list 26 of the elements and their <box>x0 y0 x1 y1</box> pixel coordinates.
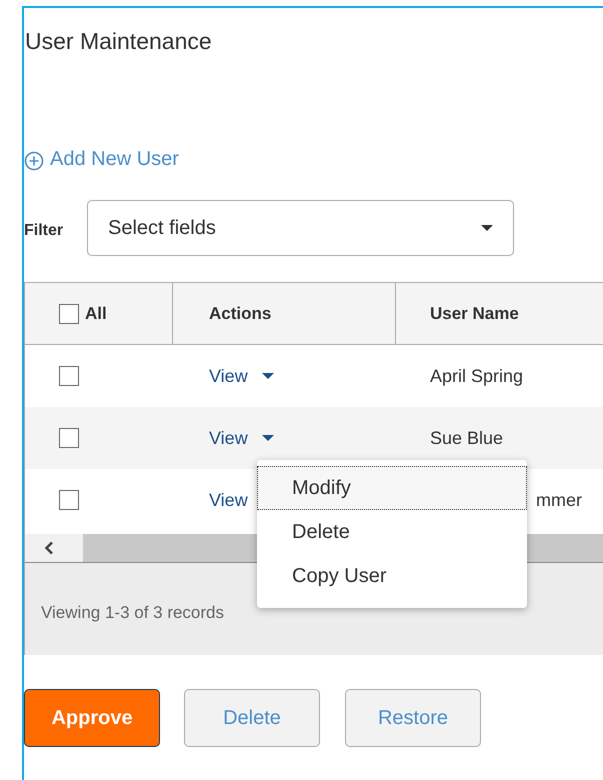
menu-item[interactable]: Copy User <box>257 554 527 598</box>
caret-icon <box>481 225 493 231</box>
menu-item[interactable]: Delete <box>257 510 527 554</box>
caret-icon[interactable] <box>262 435 274 441</box>
view-link[interactable]: View <box>209 490 248 510</box>
scroll-left-button[interactable] <box>25 534 83 562</box>
menu-item[interactable]: Modify <box>257 466 527 510</box>
checkbox[interactable] <box>59 428 79 448</box>
table-cell: April Spring <box>430 366 524 386</box>
view-link[interactable]: View <box>209 428 248 448</box>
page-title: User Maintenance <box>24 27 213 55</box>
column-header: User Name <box>430 304 519 324</box>
record-count: Viewing 1-3 of 3 records <box>41 602 224 623</box>
table-cell: Sue Blue <box>430 428 504 448</box>
table-cell: mmer <box>536 490 582 510</box>
view-link[interactable]: View <box>209 366 248 386</box>
column-header: All <box>85 304 107 324</box>
checkbox[interactable] <box>59 366 79 386</box>
checkbox[interactable] <box>59 490 79 510</box>
select-field[interactable]: Select fields <box>87 200 514 256</box>
chevron-left-icon <box>44 541 54 555</box>
filter-label: Filter <box>24 221 64 240</box>
plus-circle-icon <box>24 151 44 171</box>
column-header: Actions <box>209 304 272 324</box>
caret-icon[interactable] <box>262 373 274 379</box>
checkbox[interactable] <box>59 304 79 324</box>
